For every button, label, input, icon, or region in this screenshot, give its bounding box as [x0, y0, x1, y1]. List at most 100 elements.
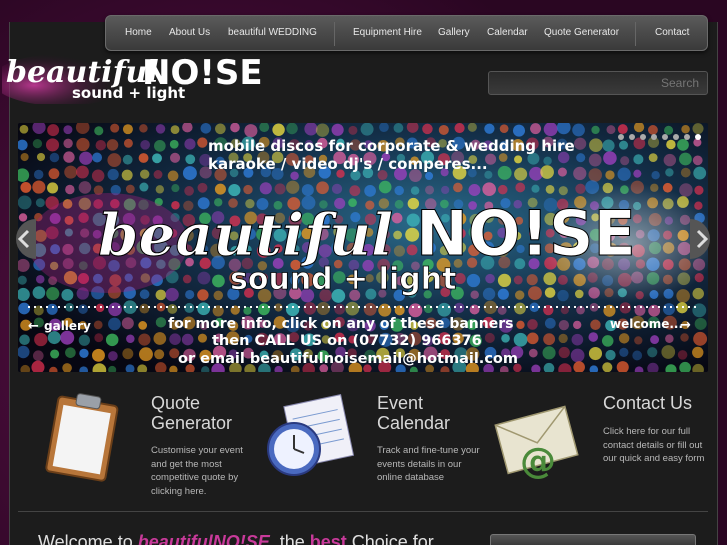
slider-next-arrow-icon[interactable]	[690, 219, 716, 259]
banner-left-link: gallery	[44, 319, 91, 333]
disco-dot	[513, 275, 523, 285]
banner-info-line1: for more info, click on any of these ban…	[168, 316, 513, 332]
disco-dot	[35, 198, 45, 208]
disco-dot	[378, 303, 392, 317]
disco-dot	[61, 288, 74, 301]
pager-dot[interactable]	[640, 134, 646, 140]
envelope-icon[interactable]: @	[490, 393, 582, 483]
nav-gallery[interactable]: Gallery	[438, 27, 470, 38]
disco-dot	[107, 168, 119, 181]
disco-dot	[588, 346, 603, 361]
disco-dot	[681, 125, 690, 134]
disco-dot	[140, 169, 150, 179]
disco-dot	[154, 349, 165, 360]
clipboard-icon[interactable]	[38, 393, 130, 483]
disco-dot	[572, 123, 585, 137]
disco-dot	[155, 289, 167, 301]
disco-dot	[230, 123, 240, 133]
feature-title[interactable]: Quote Generator	[151, 393, 261, 433]
disco-dot	[95, 139, 107, 151]
disco-dot	[360, 123, 374, 136]
feature-title[interactable]: Contact Us	[603, 393, 713, 413]
disco-dot	[155, 124, 166, 134]
nav-quote-generator[interactable]: Quote Generator	[544, 27, 619, 38]
disco-dot	[171, 184, 180, 193]
disco-dot	[424, 171, 434, 180]
disco-dot	[437, 302, 452, 317]
disco-dot	[65, 184, 75, 195]
disco-dot	[214, 183, 226, 195]
disco-dot	[530, 123, 542, 135]
pager-dot[interactable]	[651, 134, 657, 140]
disco-dot	[601, 335, 614, 347]
disco-dot	[661, 345, 676, 359]
pager-dot[interactable]	[673, 134, 679, 140]
disco-dot	[558, 319, 570, 331]
disco-dot	[514, 155, 523, 164]
disco-dot	[348, 125, 358, 135]
disco-dot	[47, 331, 61, 345]
disco-dot	[316, 181, 329, 195]
welcome-middle: , the	[269, 532, 310, 545]
disco-dot	[617, 167, 631, 181]
disco-dot	[605, 170, 615, 180]
feature-contact-us[interactable]: @ Contact Us Click here for our full con…	[490, 393, 705, 503]
feature-text: Track and fine-tune your events details …	[377, 445, 480, 483]
disco-dot	[170, 125, 180, 135]
search-input[interactable]	[488, 71, 708, 95]
disco-dot	[18, 275, 27, 285]
disco-dot	[125, 184, 135, 194]
disco-dot	[693, 166, 707, 180]
disco-dot	[19, 124, 29, 134]
disco-dot	[197, 302, 211, 316]
disco-dot	[64, 165, 78, 179]
disco-dot	[65, 302, 74, 312]
nav-about-us[interactable]: About Us	[169, 27, 210, 38]
disco-dot	[571, 333, 584, 346]
feature-event-calendar[interactable]: Event Calendar Track and fine-tune your …	[264, 393, 480, 503]
disco-dot	[93, 320, 103, 330]
hero-banner[interactable]: mobile discos for corporate & wedding hi…	[18, 123, 708, 372]
disco-dot	[527, 319, 538, 330]
disco-dot	[634, 336, 643, 345]
pager-dot[interactable]	[684, 134, 690, 140]
disco-dot	[286, 180, 300, 194]
disco-dot	[619, 347, 629, 357]
nav-contact[interactable]: Contact	[655, 27, 689, 38]
disco-dot	[393, 123, 404, 133]
disco-dot	[153, 170, 163, 179]
disco-dot	[108, 351, 118, 361]
nav-separator	[635, 22, 636, 46]
feature-quote-generator[interactable]: Quote Generator Customise your event and…	[38, 393, 253, 503]
pager-dot[interactable]	[662, 134, 668, 140]
disco-dot	[602, 362, 613, 372]
slider-prev-arrow-icon[interactable]	[10, 219, 36, 259]
feature-title[interactable]: Event Calendar	[377, 393, 487, 433]
pager-dot[interactable]	[629, 134, 635, 140]
nav-calendar[interactable]: Calendar	[487, 27, 528, 38]
banner-gallery-arrow-icon[interactable]: ←	[28, 319, 39, 334]
pager-dot[interactable]	[695, 134, 701, 140]
nav-home[interactable]: Home	[125, 27, 152, 38]
clock-calendar-icon[interactable]	[264, 393, 356, 483]
nav-beautiful-wedding[interactable]: beautiful WEDDING	[228, 27, 317, 38]
disco-dot	[692, 303, 707, 318]
disco-dot	[48, 168, 60, 180]
disco-dot	[33, 169, 44, 180]
site-logo[interactable]: beautiful NO!SE sound + light	[0, 48, 263, 106]
nav-equipment-hire[interactable]: Equipment Hire	[353, 27, 422, 38]
disco-dot	[542, 346, 556, 360]
disco-dot	[76, 165, 89, 179]
disco-dot	[588, 168, 602, 182]
disco-dot	[634, 304, 646, 316]
disco-dot	[470, 290, 479, 300]
disco-dot	[665, 168, 674, 177]
disco-dot	[181, 333, 194, 346]
disco-dot	[20, 181, 32, 193]
disco-dot	[484, 332, 495, 344]
banner-right-link: welcome...	[610, 317, 683, 331]
disco-dot	[123, 138, 133, 148]
pager-dot[interactable]	[618, 134, 624, 140]
disco-dot	[679, 152, 692, 166]
disco-dot	[126, 334, 135, 344]
